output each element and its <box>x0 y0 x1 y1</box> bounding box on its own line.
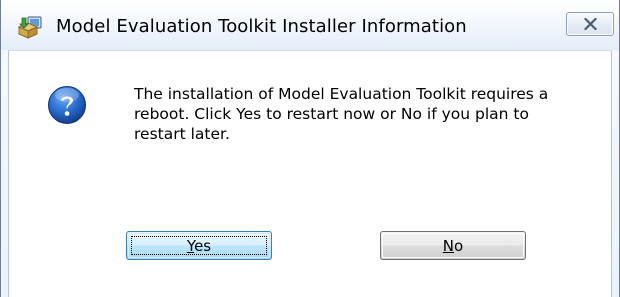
title-bar[interactable]: Model Evaluation Toolkit Installer Infor… <box>1 0 619 50</box>
dialog-message: The installation of Model Evaluation Too… <box>134 85 549 143</box>
close-button[interactable] <box>566 12 614 36</box>
yes-button-label: Yes <box>186 237 212 255</box>
no-button-label: No <box>442 237 464 255</box>
yes-button[interactable]: Yes <box>126 231 272 260</box>
installer-icon <box>17 15 43 39</box>
question-icon <box>47 85 87 125</box>
no-button[interactable]: No <box>380 231 526 260</box>
window-title: Model Evaluation Toolkit Installer Infor… <box>56 16 467 37</box>
dialog-body: The installation of Model Evaluation Too… <box>8 50 612 297</box>
installer-dialog-window: Model Evaluation Toolkit Installer Infor… <box>0 0 620 297</box>
